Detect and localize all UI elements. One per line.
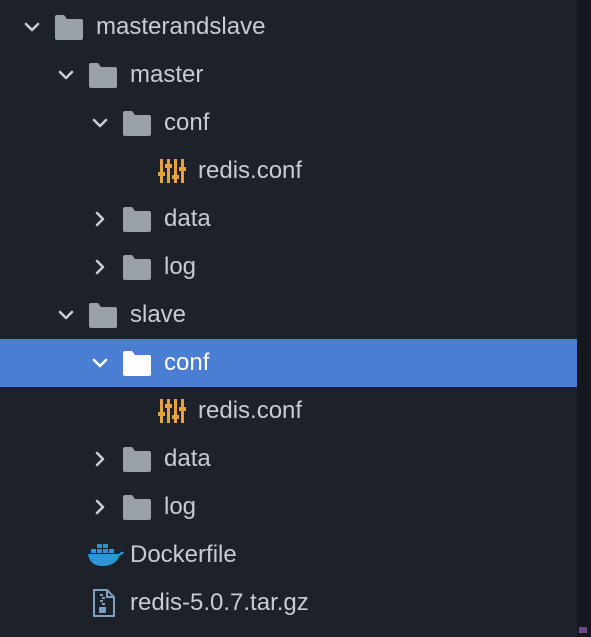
folder-label-masterandslave: masterandslave <box>96 13 266 40</box>
folder-icon <box>87 300 119 330</box>
chevron-right-icon[interactable] <box>88 207 112 231</box>
tree-row-master[interactable]: master <box>0 51 577 99</box>
chevron-down-icon[interactable] <box>20 15 44 39</box>
folder-label-log: log <box>164 493 197 520</box>
folder-label-log: log <box>164 253 197 280</box>
file-explorer: masterandslave master conf redis.conf da… <box>0 0 577 637</box>
folder-icon <box>121 492 153 522</box>
folder-icon <box>121 204 153 234</box>
archive-file-icon <box>88 588 120 618</box>
file-label-dockerfile: Dockerfile <box>130 541 237 568</box>
folder-icon <box>121 252 153 282</box>
settings-file-icon <box>157 156 189 186</box>
folder-label-conf: conf <box>164 109 210 136</box>
folder-icon <box>121 444 153 474</box>
tree-row-master-conf[interactable]: conf <box>0 99 577 147</box>
editor-edge <box>577 0 591 637</box>
tree-row-slave[interactable]: slave <box>0 291 577 339</box>
chevron-right-icon[interactable] <box>88 255 112 279</box>
tree-row-master-redis-conf[interactable]: redis.conf <box>0 147 577 195</box>
folder-label-slave: slave <box>130 301 187 328</box>
chevron-down-icon[interactable] <box>88 111 112 135</box>
folder-icon <box>53 12 85 42</box>
folder-icon <box>87 60 119 90</box>
docker-icon <box>86 540 126 570</box>
file-label-redis-conf: redis.conf <box>198 157 303 184</box>
folder-label-master: master <box>130 61 204 88</box>
chevron-down-icon[interactable] <box>54 63 78 87</box>
chevron-right-icon[interactable] <box>88 495 112 519</box>
folder-icon <box>121 108 153 138</box>
edge-marker <box>579 627 587 633</box>
tree-row-redis-archive[interactable]: redis-5.0.7.tar.gz <box>0 579 577 627</box>
settings-file-icon <box>157 396 189 426</box>
tree-row-dockerfile[interactable]: Dockerfile <box>0 531 577 579</box>
folder-label-data: data <box>164 445 211 472</box>
tree-row-master-data[interactable]: data <box>0 195 577 243</box>
tree-row-slave-log[interactable]: log <box>0 483 577 531</box>
chevron-down-icon[interactable] <box>88 351 112 375</box>
tree-row-slave-redis-conf[interactable]: redis.conf <box>0 387 577 435</box>
file-label-redis-archive: redis-5.0.7.tar.gz <box>130 589 309 616</box>
file-label-redis-conf: redis.conf <box>198 397 303 424</box>
tree-row-slave-data[interactable]: data <box>0 435 577 483</box>
chevron-down-icon[interactable] <box>54 303 78 327</box>
tree-row-slave-conf-selected[interactable]: conf <box>0 339 577 387</box>
tree-row-masterandslave[interactable]: masterandslave <box>0 3 577 51</box>
folder-label-conf: conf <box>164 349 210 376</box>
folder-icon <box>121 348 153 378</box>
tree-row-master-log[interactable]: log <box>0 243 577 291</box>
chevron-right-icon[interactable] <box>88 447 112 471</box>
folder-label-data: data <box>164 205 211 232</box>
